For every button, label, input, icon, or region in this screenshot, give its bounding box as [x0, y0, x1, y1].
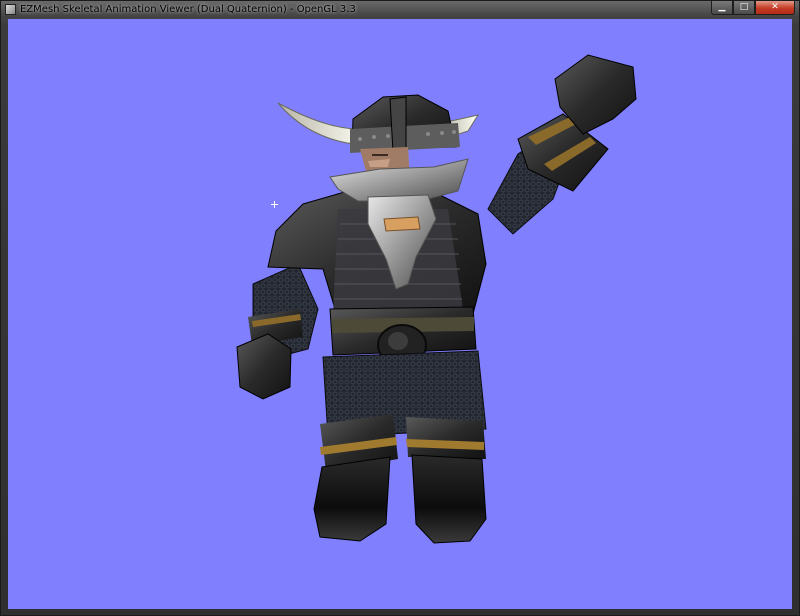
- opengl-viewport[interactable]: [8, 19, 792, 609]
- app-icon[interactable]: [5, 4, 16, 15]
- app-window: EZMesh Skeletal Animation Viewer (Dual Q…: [0, 0, 800, 616]
- minimize-button[interactable]: ▁: [711, 1, 733, 15]
- title-bar[interactable]: EZMesh Skeletal Animation Viewer (Dual Q…: [1, 1, 799, 18]
- dwarf-model: [236, 54, 637, 544]
- maximize-icon: □: [739, 2, 749, 12]
- cursor-crosshair: [271, 201, 278, 208]
- minimize-icon: ▁: [718, 2, 726, 12]
- close-button[interactable]: ✕: [755, 1, 795, 15]
- caption-buttons: ▁ □ ✕: [711, 1, 795, 15]
- close-icon: ✕: [771, 2, 779, 12]
- window-title: EZMesh Skeletal Animation Viewer (Dual Q…: [20, 4, 356, 15]
- maximize-button[interactable]: □: [733, 1, 755, 15]
